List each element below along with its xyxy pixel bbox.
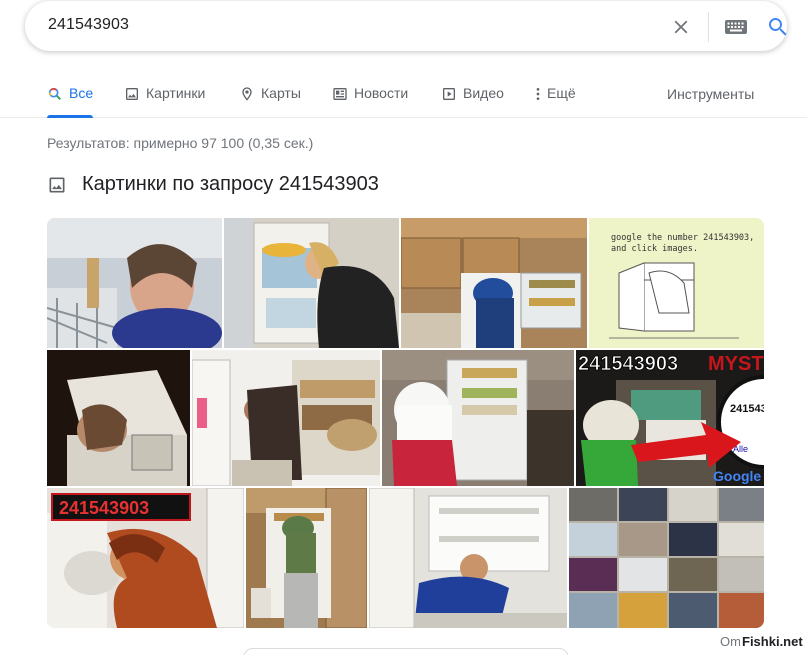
image-thumbnail[interactable]	[401, 218, 587, 348]
image-thumbnail[interactable]: 241543903 MYST 241543 Alle Google	[576, 350, 764, 486]
image-icon	[49, 177, 65, 192]
more-vert-icon	[536, 88, 540, 100]
tab-news[interactable]: Новости	[332, 85, 408, 118]
tab-all[interactable]: Все	[47, 85, 94, 118]
map-pin-icon	[242, 87, 252, 101]
image-thumbnail[interactable]	[47, 218, 222, 348]
tab-label: Ещё	[547, 85, 576, 101]
search-bar[interactable]: 241543903	[25, 1, 787, 51]
images-section-title: Картинки по запросу 241543903	[82, 173, 379, 195]
thumb-caption: MYST	[708, 353, 764, 375]
search-icon[interactable]	[766, 15, 790, 39]
tab-label: Картинки	[146, 85, 206, 101]
tab-maps[interactable]: Карты	[239, 85, 301, 118]
thumb-caption: 241543903	[59, 498, 149, 518]
image-thumbnail[interactable]	[246, 488, 367, 628]
search-icon	[48, 87, 62, 101]
image-results-grid: google the number 241543903, and click i…	[47, 218, 764, 628]
tab-images[interactable]: Картинки	[124, 85, 205, 118]
search-divider	[708, 12, 709, 42]
image-thumbnail[interactable]	[47, 350, 190, 486]
tools-button[interactable]: Инструменты	[667, 86, 754, 102]
thumb-caption: 241543903	[578, 353, 678, 375]
omitted-results-link[interactable]: Om	[720, 634, 741, 649]
close-icon[interactable]	[670, 16, 692, 38]
image-thumbnail[interactable]: 241543903	[47, 488, 244, 628]
thumb-caption: and click images.	[611, 244, 698, 254]
image-thumbnail[interactable]	[192, 350, 380, 486]
tab-more[interactable]: Ещё	[535, 85, 576, 118]
tab-label: Видео	[463, 85, 504, 101]
play-icon	[443, 88, 455, 100]
tab-label: Карты	[261, 85, 301, 101]
result-stats: Результатов: примерно 97 100 (0,35 сек.)	[47, 135, 314, 151]
tab-label: Новости	[354, 85, 409, 101]
news-icon	[333, 88, 347, 100]
keyboard-icon[interactable]	[724, 18, 748, 36]
image-thumbnail[interactable]	[382, 350, 574, 486]
image-thumbnail[interactable]	[369, 488, 567, 628]
watermark: Fishki.net	[740, 634, 805, 649]
more-images-button[interactable]	[243, 648, 569, 655]
image-icon	[126, 88, 138, 100]
thumb-caption: Google	[713, 468, 761, 484]
thumb-caption: 241543	[730, 403, 764, 415]
image-thumbnail[interactable]: google the number 241543903, and click i…	[589, 218, 764, 348]
search-query-text[interactable]: 241543903	[48, 16, 129, 34]
image-thumbnail[interactable]	[224, 218, 399, 348]
search-tabs: Все Картинки Карты Новости Видео Ещё Инс…	[0, 72, 807, 118]
tab-video[interactable]: Видео	[441, 85, 504, 118]
thumb-caption: google the number 241543903,	[611, 233, 754, 243]
image-thumbnail[interactable]	[569, 488, 764, 628]
tab-label: Все	[69, 85, 94, 101]
images-section-header[interactable]: Картинки по запросу 241543903	[47, 173, 379, 196]
